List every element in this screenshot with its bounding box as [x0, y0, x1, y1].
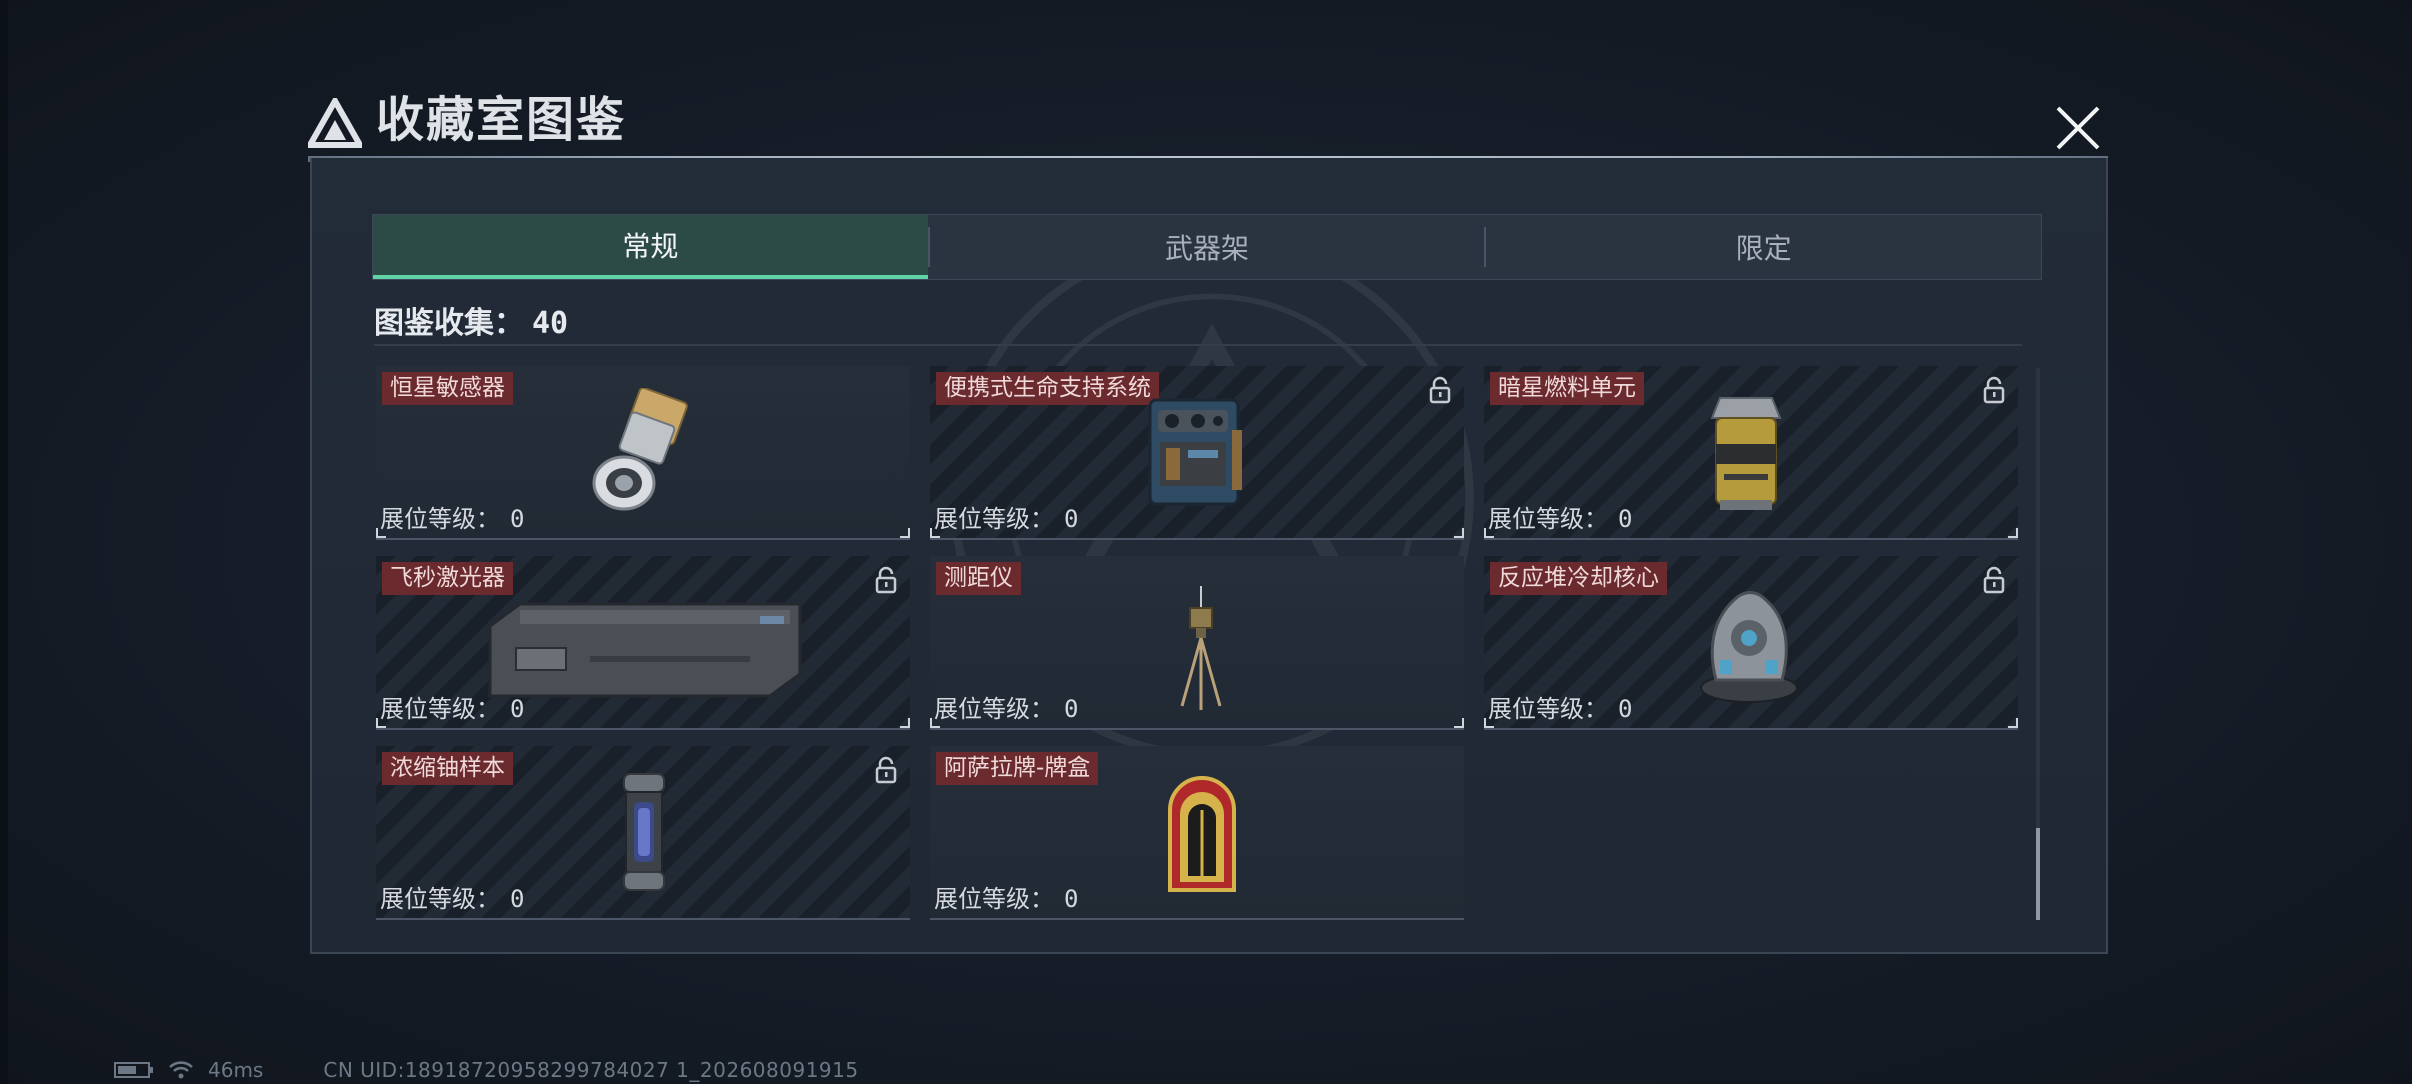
level-label: 展位等级：	[1488, 505, 1608, 533]
lock-icon	[875, 756, 897, 784]
item-name: 阿萨拉牌-牌盒	[936, 752, 1099, 785]
uranium-sample-icon	[623, 773, 665, 891]
collection-count-value: 40	[532, 306, 569, 341]
item-card[interactable]: 恒星敏感器 展位等级： 0	[376, 366, 910, 540]
battery-icon	[114, 1062, 153, 1078]
count-divider	[374, 344, 2022, 346]
card-corner	[930, 718, 940, 728]
level-value: 0	[510, 885, 525, 913]
level-value: 0	[1064, 695, 1079, 723]
item-card[interactable]: 便携式生命支持系统 展位等级： 0	[930, 366, 1464, 540]
item-card[interactable]: 暗星燃料单元 展位等级： 0	[1484, 366, 2018, 540]
item-level: 展位等级： 0	[380, 499, 524, 534]
collection-count: 图鉴收集： 40	[374, 298, 568, 342]
left-edge-shade	[0, 0, 8, 1084]
level-value: 0	[1618, 695, 1633, 723]
item-level: 展位等级： 0	[934, 499, 1078, 534]
delta-logo-icon	[308, 98, 362, 148]
rangefinder-icon	[1180, 586, 1222, 710]
item-card[interactable]: 测距仪 展位等级： 0	[930, 556, 1464, 730]
grid-scrollbar[interactable]	[2036, 368, 2040, 920]
card-corner	[376, 528, 386, 538]
level-label: 展位等级：	[934, 505, 1054, 533]
reactor-core-icon	[1700, 591, 1798, 703]
wifi-icon	[169, 1061, 193, 1079]
card-corner	[1454, 718, 1464, 728]
star-sensor-icon	[592, 388, 688, 511]
card-corner	[2008, 718, 2018, 728]
tab-weapon-rack[interactable]: 武器架	[930, 215, 1485, 279]
item-card[interactable]: 飞秒激光器 展位等级： 0	[376, 556, 910, 730]
card-corner	[900, 528, 910, 538]
user-uid: CN UID:18918720958299784027 1_2026080919…	[323, 1058, 859, 1082]
close-button[interactable]	[2046, 96, 2110, 160]
level-value: 0	[510, 695, 525, 723]
item-level: 展位等级： 0	[380, 689, 524, 724]
item-name: 测距仪	[936, 562, 1021, 595]
level-label: 展位等级：	[1488, 695, 1608, 723]
collection-count-label: 图鉴收集：	[374, 306, 524, 341]
item-name: 暗星燃料单元	[1490, 372, 1644, 405]
level-label: 展位等级：	[934, 695, 1054, 723]
item-level: 展位等级： 0	[934, 879, 1078, 914]
card-corner	[900, 718, 910, 728]
level-value: 0	[510, 505, 525, 533]
item-level: 展位等级： 0	[1488, 499, 1632, 534]
ping-value: 46ms	[208, 1058, 264, 1082]
lock-icon	[1983, 566, 2005, 594]
close-icon	[2056, 106, 2100, 150]
card-corner	[930, 528, 940, 538]
item-level: 展位等级： 0	[1488, 689, 1632, 724]
battery-level	[118, 1066, 136, 1074]
level-label: 展位等级：	[380, 695, 500, 723]
item-name: 便携式生命支持系统	[936, 372, 1159, 405]
window-title-bar: 收藏室图鉴	[308, 88, 2108, 162]
level-label: 展位等级：	[380, 885, 500, 913]
level-label: 展位等级：	[934, 885, 1054, 913]
item-name: 反应堆冷却核心	[1490, 562, 1667, 595]
item-name: 浓缩铀样本	[382, 752, 513, 785]
card-corner	[376, 718, 386, 728]
item-name: 恒星敏感器	[382, 372, 513, 405]
item-card[interactable]: 反应堆冷却核心 展位等级： 0	[1484, 556, 2018, 730]
card-box-icon	[1168, 776, 1236, 892]
level-label: 展位等级：	[380, 505, 500, 533]
status-bar: 46ms CN UID:18918720958299784027 1_20260…	[114, 1058, 859, 1082]
item-card[interactable]: 阿萨拉牌-牌盒 展位等级： 0	[930, 746, 1464, 920]
collection-panel: 常规 武器架 限定 图鉴收集： 40 恒星敏感器 展位等级： 0 便携式生命支持系统	[310, 158, 2108, 954]
scrollbar-thumb[interactable]	[2036, 828, 2040, 920]
lock-icon	[875, 566, 897, 594]
category-tabs: 常规 武器架 限定	[372, 214, 2042, 280]
tab-limited[interactable]: 限定	[1486, 215, 2041, 279]
life-support-icon	[1148, 398, 1242, 506]
card-corner	[1484, 718, 1494, 728]
fuel-cell-icon	[1710, 397, 1782, 510]
item-level: 展位等级： 0	[934, 689, 1078, 724]
window-title: 收藏室图鉴	[376, 92, 627, 148]
level-value: 0	[1064, 885, 1079, 913]
card-corner	[1454, 528, 1464, 538]
lock-icon	[1429, 376, 1451, 404]
card-corner	[1484, 528, 1494, 538]
level-value: 0	[1618, 505, 1633, 533]
item-card[interactable]: 浓缩铀样本 展位等级： 0	[376, 746, 910, 920]
level-value: 0	[1064, 505, 1079, 533]
tab-regular[interactable]: 常规	[373, 215, 928, 279]
lock-icon	[1983, 376, 2005, 404]
card-corner	[2008, 528, 2018, 538]
femtosecond-laser-icon	[488, 602, 802, 698]
item-level: 展位等级： 0	[380, 879, 524, 914]
